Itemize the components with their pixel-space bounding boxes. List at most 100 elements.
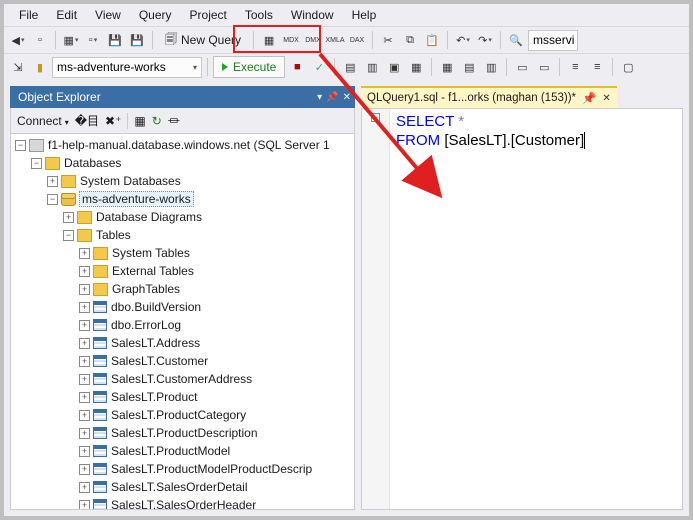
tree-node[interactable]: SalesLT.Address <box>11 334 354 352</box>
change-connection-icon[interactable]: ▮ <box>30 57 50 77</box>
tree-node[interactable]: SalesLT.CustomerAddress <box>11 370 354 388</box>
expand-icon[interactable] <box>79 428 90 439</box>
fold-icon[interactable]: − <box>371 113 380 122</box>
expand-icon[interactable] <box>79 446 90 457</box>
pin-icon[interactable]: 📌 <box>326 92 338 103</box>
tree-node[interactable]: System Databases <box>11 172 354 190</box>
tree-node[interactable]: Tables <box>11 226 354 244</box>
tree-node[interactable]: SalesLT.SalesOrderDetail <box>11 478 354 496</box>
collapse-icon[interactable] <box>31 158 42 169</box>
display-plan-icon[interactable]: ▤ <box>340 57 360 77</box>
collapse-icon[interactable] <box>47 194 58 205</box>
expand-icon[interactable] <box>47 176 58 187</box>
include-stats-icon[interactable]: ▣ <box>384 57 404 77</box>
object-explorer-tree[interactable]: f1-help-manual.database.windows.net (SQL… <box>10 134 355 510</box>
tree-node[interactable]: System Tables <box>11 244 354 262</box>
expand-icon[interactable] <box>79 356 90 367</box>
expand-icon[interactable] <box>79 302 90 313</box>
tree-node[interactable]: Database Diagrams <box>11 208 354 226</box>
solution-combo[interactable]: msservi <box>528 30 578 51</box>
find-button[interactable]: 🔍 <box>506 30 526 50</box>
expand-icon[interactable] <box>79 392 90 403</box>
refresh-icon[interactable]: ↻ <box>152 114 162 128</box>
paste-button[interactable]: 📋 <box>422 30 442 50</box>
xmla-query-icon[interactable]: XMLA <box>325 30 345 50</box>
results-text-icon[interactable]: ▤ <box>459 57 479 77</box>
open-file-button[interactable]: ▫ <box>83 30 103 50</box>
results-file-icon[interactable]: ▥ <box>481 57 501 77</box>
tree-node[interactable]: dbo.ErrorLog <box>11 316 354 334</box>
expand-icon[interactable] <box>79 410 90 421</box>
expand-icon[interactable] <box>79 284 90 295</box>
expand-icon[interactable] <box>79 338 90 349</box>
uncomment-icon[interactable]: ▭ <box>534 57 554 77</box>
collapse-icon[interactable] <box>63 230 74 241</box>
tab-close-icon[interactable]: ✕ <box>602 93 610 104</box>
undo-button[interactable]: ↶ <box>453 30 473 50</box>
new-project-button[interactable]: ▦ <box>61 30 81 50</box>
expand-icon[interactable] <box>79 500 90 511</box>
tree-node[interactable]: SalesLT.ProductCategory <box>11 406 354 424</box>
expand-icon[interactable] <box>79 374 90 385</box>
expand-icon[interactable] <box>79 482 90 493</box>
sql-editor[interactable]: − SELECT * FROM [SalesLT].[Customer] <box>361 108 683 510</box>
stop-icon[interactable]: ▦ <box>134 114 145 128</box>
tree-node[interactable]: SalesLT.Product <box>11 388 354 406</box>
database-combo[interactable]: ms-adventure-works <box>52 57 202 78</box>
tree-node[interactable]: f1-help-manual.database.windows.net (SQL… <box>11 136 354 154</box>
tree-node[interactable]: Databases <box>11 154 354 172</box>
parse-button[interactable]: ✓ <box>309 57 329 77</box>
indent-icon[interactable]: ≡ <box>565 57 585 77</box>
menu-project[interactable]: Project <box>181 6 236 24</box>
filter-icon[interactable]: �目 <box>75 112 99 129</box>
menu-help[interactable]: Help <box>343 6 386 24</box>
object-explorer-titlebar[interactable]: Object Explorer ▾ 📌 ✕ <box>10 86 355 108</box>
connect-dropdown[interactable]: Connect <box>17 114 69 128</box>
activity-monitor-icon[interactable]: ⏛ <box>168 112 180 129</box>
connect-icon[interactable]: ⇲ <box>8 57 28 77</box>
save-button[interactable]: 💾 <box>105 30 125 50</box>
menu-tools[interactable]: Tools <box>236 6 282 24</box>
tree-node[interactable]: SalesLT.ProductModelProductDescrip <box>11 460 354 478</box>
collapse-icon[interactable] <box>15 140 26 151</box>
code-content[interactable]: SELECT * FROM [SalesLT].[Customer] <box>390 109 682 509</box>
tree-node[interactable]: ms-adventure-works <box>11 190 354 208</box>
redo-button[interactable]: ↷ <box>475 30 495 50</box>
copy-button[interactable]: ⧉ <box>400 30 420 50</box>
disconnect-icon[interactable]: ✖⁺ <box>105 114 121 128</box>
close-icon[interactable]: ✕ <box>343 92 351 103</box>
cut-button[interactable]: ✂ <box>378 30 398 50</box>
menu-view[interactable]: View <box>86 6 130 24</box>
menu-window[interactable]: Window <box>282 6 343 24</box>
tree-node[interactable]: dbo.BuildVersion <box>11 298 354 316</box>
results-grid-icon[interactable]: ▦ <box>437 57 457 77</box>
expand-icon[interactable] <box>79 266 90 277</box>
save-all-button[interactable]: 💾 <box>127 30 147 50</box>
menu-edit[interactable]: Edit <box>47 6 86 24</box>
menu-file[interactable]: File <box>10 6 47 24</box>
tree-node[interactable]: SalesLT.ProductDescription <box>11 424 354 442</box>
tab-pin-icon[interactable]: 📌 <box>582 91 596 105</box>
tree-node[interactable]: External Tables <box>11 262 354 280</box>
execute-button[interactable]: Execute <box>213 56 285 78</box>
window-position-icon[interactable]: ▾ <box>317 92 322 103</box>
include-live-icon[interactable]: ▦ <box>406 57 426 77</box>
tree-node[interactable]: SalesLT.ProductModel <box>11 442 354 460</box>
expand-icon[interactable] <box>79 320 90 331</box>
back-button[interactable]: ◀ <box>8 30 28 50</box>
specify-template-icon[interactable]: ▢ <box>618 57 638 77</box>
stop-button[interactable]: ■ <box>287 57 307 77</box>
menu-query[interactable]: Query <box>130 6 181 24</box>
expand-icon[interactable] <box>79 248 90 259</box>
comment-icon[interactable]: ▭ <box>512 57 532 77</box>
dax-query-icon[interactable]: DAX <box>347 30 367 50</box>
expand-icon[interactable] <box>63 212 74 223</box>
tree-node[interactable]: SalesLT.Customer <box>11 352 354 370</box>
tree-node[interactable]: GraphTables <box>11 280 354 298</box>
expand-icon[interactable] <box>79 464 90 475</box>
document-tab[interactable]: QLQuery1.sql - f1...orks (maghan (153))*… <box>361 86 617 108</box>
forward-button[interactable]: ▫ <box>30 30 50 50</box>
outdent-icon[interactable]: ≡ <box>587 57 607 77</box>
include-plan-icon[interactable]: ▥ <box>362 57 382 77</box>
tree-node[interactable]: SalesLT.SalesOrderHeader <box>11 496 354 510</box>
